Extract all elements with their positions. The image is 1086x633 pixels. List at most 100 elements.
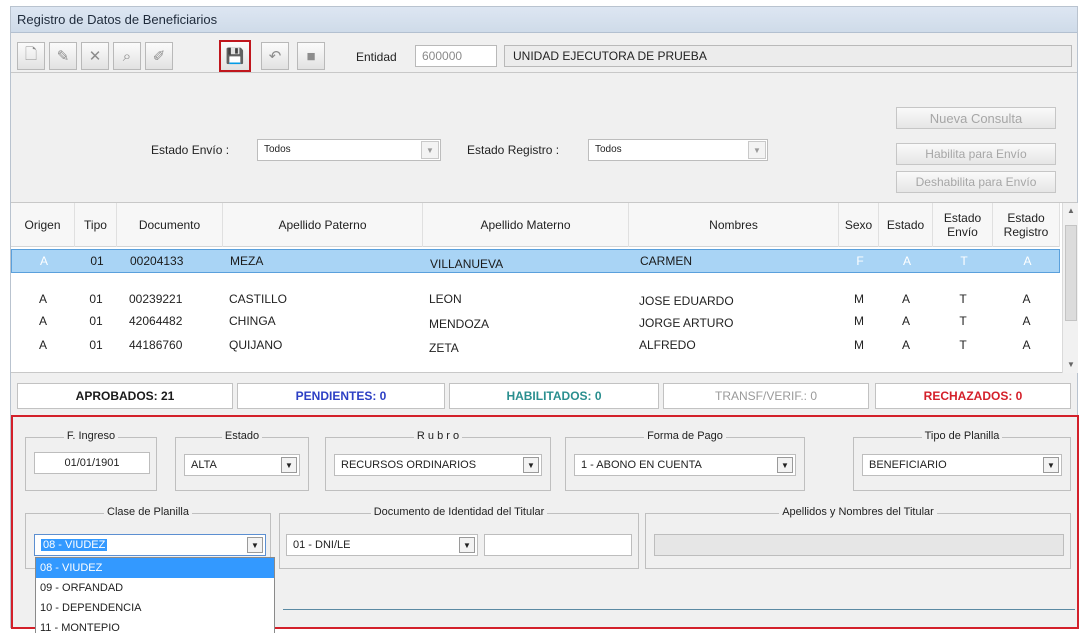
chevron-down-icon: ▼ <box>247 537 263 553</box>
cell-estado-envio: T <box>960 254 968 268</box>
doc-titular-label: Documento de Identidad del Titular <box>370 506 548 518</box>
estado-envio-select[interactable]: Todos ▼ <box>257 139 441 161</box>
dropdown-option[interactable]: 09 - ORFANDAD <box>36 578 274 598</box>
scroll-thumb[interactable] <box>1065 225 1077 321</box>
col-apellido-materno[interactable]: Apellido Materno <box>423 203 629 247</box>
estado-select[interactable]: ALTA ▼ <box>184 454 300 476</box>
col-origen[interactable]: Origen <box>11 203 75 247</box>
nombres-titular-label: Apellidos y Nombres del Titular <box>779 506 937 518</box>
estado-registro-select[interactable]: Todos ▼ <box>588 139 768 161</box>
table-row[interactable]: A 01 00239221 CASTILLO LEON JOSE EDUARDO… <box>11 287 1060 311</box>
delete-button[interactable]: ✕ <box>81 42 109 70</box>
title-bar: Registro de Datos de Beneficiarios <box>11 7 1077 33</box>
cell-estado: A <box>901 338 910 352</box>
habilitados-count: HABILITADOS: 0 <box>449 383 659 409</box>
scroll-down-icon[interactable]: ▼ <box>1063 357 1079 373</box>
rubro-group: R u b r o RECURSOS ORDINARIOS ▼ <box>325 430 551 491</box>
nombres-titular-field <box>654 534 1064 556</box>
clase-planilla-dropdown: 08 - VIUDEZ 09 - ORFANDAD 10 - DEPENDENC… <box>35 557 275 633</box>
tipo-planilla-select[interactable]: BENEFICIARIO ▼ <box>862 454 1062 476</box>
doc-titular-type-value: 01 - DNI/LE <box>293 539 351 551</box>
forma-pago-select[interactable]: 1 - ABONO EN CUENTA ▼ <box>574 454 796 476</box>
undo-button[interactable]: ↶ <box>261 42 289 70</box>
col-estado[interactable]: Estado <box>879 203 933 247</box>
rubro-select[interactable]: RECURSOS ORDINARIOS ▼ <box>334 454 542 476</box>
table-header: Origen Tipo Documento Apellido Paterno A… <box>11 203 1060 247</box>
dropdown-option[interactable]: 08 - VIUDEZ <box>36 558 274 578</box>
cell-documento: 44186760 <box>129 338 183 352</box>
clase-planilla-value: 08 - VIUDEZ <box>41 539 108 551</box>
tipo-planilla-label: Tipo de Planilla <box>921 430 1003 442</box>
search-button[interactable]: ⌕ <box>113 42 141 70</box>
cell-tipo: 01 <box>89 292 103 306</box>
rubro-value: RECURSOS ORDINARIOS <box>341 459 477 471</box>
cell-nombres: JOSE EDUARDO <box>639 294 734 308</box>
deshabilita-envio-button[interactable]: Deshabilita para Envío <box>896 171 1056 193</box>
undo-icon: ↶ <box>268 48 282 65</box>
table-scrollbar[interactable]: ▲ ▼ <box>1062 203 1078 373</box>
chevron-down-icon: ▼ <box>281 457 297 473</box>
edit-user-icon: ✐ <box>152 48 166 65</box>
tipo-planilla-group: Tipo de Planilla BENEFICIARIO ▼ <box>853 430 1071 491</box>
col-documento[interactable]: Documento <box>117 203 223 247</box>
table-row[interactable]: A 01 44186760 QUIJANO ZETA ALFREDO M A T… <box>11 333 1060 357</box>
col-estado-envio[interactable]: Estado Envío <box>933 203 993 247</box>
estado-group: Estado ALTA ▼ <box>175 430 309 491</box>
cell-estado-registro: A <box>1022 338 1031 352</box>
chevron-down-icon: ▼ <box>523 457 539 473</box>
col-tipo[interactable]: Tipo <box>75 203 117 247</box>
f-ingreso-group: F. Ingreso 01/01/1901 <box>25 430 157 491</box>
dropdown-option[interactable]: 11 - MONTEPIO <box>36 618 274 633</box>
cell-apellido-paterno: QUIJANO <box>229 338 283 352</box>
cell-sexo: M <box>854 338 864 352</box>
table-row[interactable]: A 01 42064482 CHINGA MENDOZA JORGE ARTUR… <box>11 309 1060 333</box>
save-button[interactable]: 💾 <box>219 40 251 72</box>
cell-origen: A <box>38 338 47 352</box>
beneficiaries-table: Origen Tipo Documento Apellido Paterno A… <box>11 203 1078 373</box>
cell-tipo: 01 <box>89 338 103 352</box>
save-icon: 💾 <box>225 48 245 65</box>
estado-label: Estado <box>221 430 263 442</box>
cell-estado-envio: T <box>959 314 967 328</box>
col-estado-registro[interactable]: Estado Registro <box>993 203 1060 247</box>
nueva-consulta-button[interactable]: Nueva Consulta <box>896 107 1056 129</box>
col-nombres[interactable]: Nombres <box>629 203 839 247</box>
forma-pago-label: Forma de Pago <box>644 430 726 442</box>
cell-nombres: JORGE ARTURO <box>639 316 734 330</box>
doc-titular-number-input[interactable] <box>484 534 632 556</box>
tipo-planilla-value: BENEFICIARIO <box>869 459 947 471</box>
cell-apellido-paterno: CHINGA <box>229 314 276 328</box>
cell-sexo: M <box>854 314 864 328</box>
chevron-down-icon: ▼ <box>748 141 766 159</box>
entidad-code-field[interactable]: 600000 <box>415 45 497 67</box>
estado-registro-label: Estado Registro : <box>467 143 560 157</box>
detail-panel: F. Ingreso 01/01/1901 Estado ALTA ▼ R u … <box>11 415 1079 633</box>
edit-user-button[interactable]: ✐ <box>145 42 173 70</box>
scroll-up-icon[interactable]: ▲ <box>1063 203 1079 219</box>
f-ingreso-input[interactable]: 01/01/1901 <box>34 452 150 474</box>
exit-button[interactable]: ■ <box>297 42 325 70</box>
cell-nombres: ALFREDO <box>639 338 696 352</box>
cell-estado-registro: A <box>1022 292 1031 306</box>
chevron-down-icon: ▼ <box>777 457 793 473</box>
forma-pago-group: Forma de Pago 1 - ABONO EN CUENTA ▼ <box>565 430 805 491</box>
col-sexo[interactable]: Sexo <box>839 203 879 247</box>
nombres-titular-group: Apellidos y Nombres del Titular <box>645 506 1071 569</box>
chevron-down-icon: ▼ <box>1043 457 1059 473</box>
doc-titular-type-select[interactable]: 01 - DNI/LE ▼ <box>286 534 478 556</box>
rubro-label: R u b r o <box>413 430 463 442</box>
clase-planilla-select[interactable]: 08 - VIUDEZ ▼ <box>34 534 266 556</box>
cell-estado-registro: A <box>1023 254 1032 268</box>
cell-estado-registro: A <box>1022 314 1031 328</box>
new-document-button[interactable]: 🗋 <box>17 42 45 70</box>
cell-origen: A <box>38 292 47 306</box>
habilita-envio-button[interactable]: Habilita para Envío <box>896 143 1056 165</box>
cell-apellido-paterno: CASTILLO <box>229 292 288 306</box>
dropdown-option[interactable]: 10 - DEPENDENCIA <box>36 598 274 618</box>
chevron-down-icon: ▼ <box>421 141 439 159</box>
table-row-selected[interactable]: A 01 00204133 MEZA VILLANUEVA CARMEN F A… <box>11 249 1060 273</box>
binoculars-icon: ⌕ <box>122 47 132 65</box>
cell-documento: 00204133 <box>130 254 184 268</box>
col-apellido-paterno[interactable]: Apellido Paterno <box>223 203 423 247</box>
edit-button[interactable]: ✎ <box>49 42 77 70</box>
